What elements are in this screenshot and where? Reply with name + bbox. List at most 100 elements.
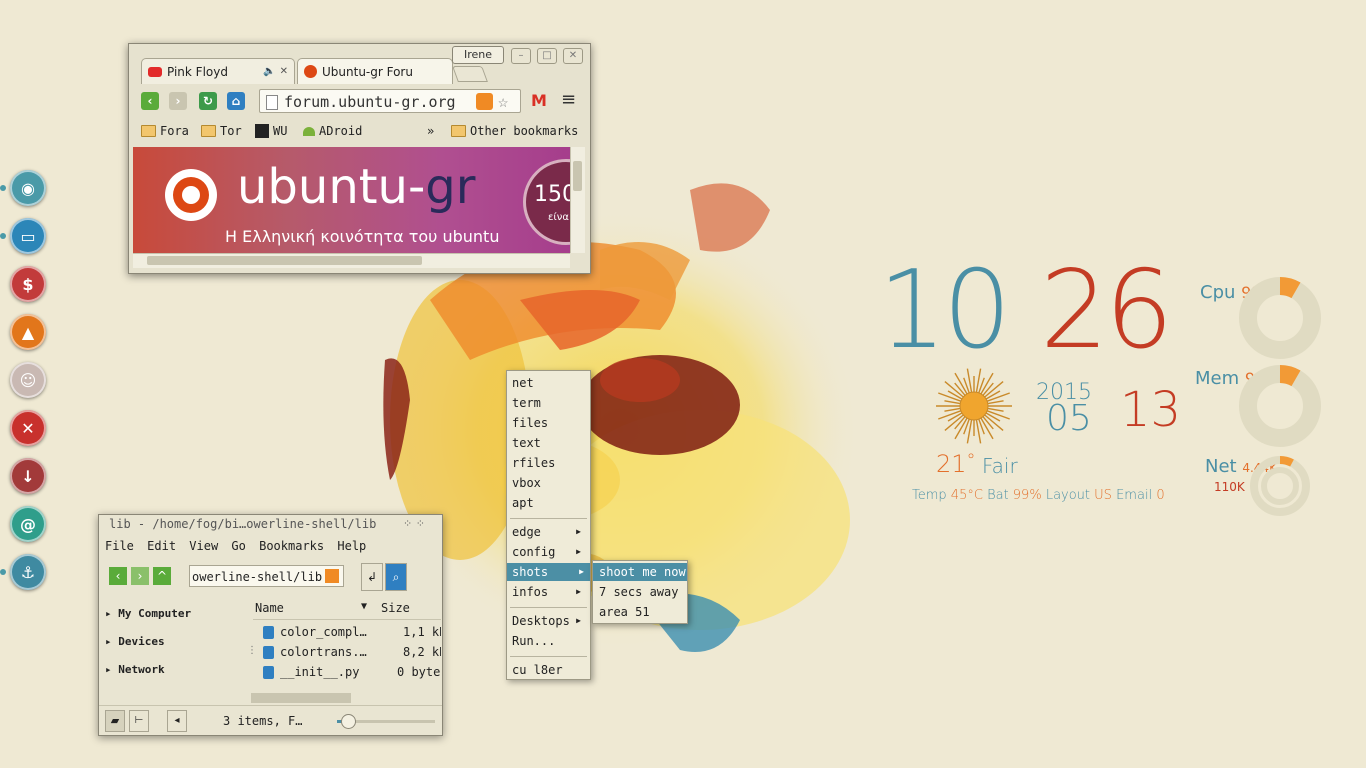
bookmark-fora[interactable]: Fora [141,124,189,138]
horizontal-scrollbar[interactable] [133,253,570,268]
weather-temperature: 21° [936,450,976,478]
tree-button[interactable]: ⊢ [129,710,149,732]
table-row[interactable]: colortrans.… [263,645,367,659]
bookmark-wu[interactable]: WU [255,124,287,138]
submenu-item-shoot-me-now[interactable]: shoot me now [593,563,687,581]
folder-edit-icon [325,569,339,583]
profile-badge[interactable]: Irene [452,46,504,64]
table-row[interactable]: color_compl… [263,625,367,639]
nav-buttons: ‹ › ^ [105,563,175,589]
forward-button[interactable]: › [131,567,149,585]
dock-item-vlc[interactable]: ▲ [10,314,46,350]
slider-handle[interactable] [340,714,356,729]
sidebar-item-devices[interactable]: ▸ Devices [105,635,165,648]
rss-icon[interactable] [476,93,493,110]
forward-button[interactable]: › [169,92,187,110]
bookmark-tor[interactable]: Tor [201,124,242,138]
gmail-icon[interactable]: M [531,91,547,110]
menu-item-infos[interactable]: infos ▶ [512,583,587,601]
menu-file[interactable]: File [105,539,134,553]
table-row[interactable]: __init__.py [263,665,359,679]
ubuntu-icon [304,65,317,78]
menu-item-cu-l8er[interactable]: cu l8er [512,661,587,679]
toggle-location-button[interactable]: ↲ [361,563,383,591]
menu-go[interactable]: Go [231,539,245,553]
clock-hour: 10 [878,248,1011,373]
ubuntu-logo [165,169,217,221]
tab-ubuntu-gr[interactable]: Ubuntu-gr Foru [297,58,453,84]
menu-icon[interactable]: ≡ [561,89,576,110]
audio-icon[interactable]: 🔈 [263,66,275,77]
menu-item-vbox[interactable]: vbox [512,474,587,492]
dock-item-finance[interactable]: $ [10,266,46,302]
menu-view[interactable]: View [189,539,218,553]
date-day: 13 [1120,382,1182,438]
horizontal-scrollbar[interactable] [251,693,351,703]
maximize-button[interactable]: □ [537,48,557,64]
menu-separator [510,607,587,608]
home-button[interactable]: ⌂ [227,92,245,110]
dock-item-chromium[interactable]: ◉ [10,170,46,206]
menu-item-config[interactable]: config ▶ [512,543,587,561]
window-close-button[interactable]: ✕ [563,48,583,64]
places-button[interactable]: ▰ [105,710,125,732]
back-button[interactable]: ‹ [109,567,127,585]
menu-item-edge[interactable]: edge ▶ [512,523,587,541]
menu-item-rfiles[interactable]: rfiles [512,454,587,472]
pane-splitter[interactable]: ⋮ [247,645,257,656]
menu-item-files[interactable]: files [512,414,587,432]
address-bar[interactable]: forum.ubuntu-gr.org ☆ [259,89,521,113]
net-ring [1250,456,1310,516]
new-tab-button[interactable] [452,66,488,82]
dock-item-anchor[interactable]: ⚓ [10,554,46,590]
python-file-icon [263,645,274,659]
submenu-item-area-51[interactable]: area 51 [593,603,687,621]
cpu-ring [1239,277,1321,359]
dock-item-downloader[interactable]: ↓ [10,458,46,494]
wu-icon [255,124,269,138]
menu-item-apt[interactable]: apt [512,494,587,512]
dock-item-mail[interactable]: @ [10,506,46,542]
tab-pink-floyd[interactable]: Pink Floyd 🔈 ✕ [141,58,295,84]
bookmarks-more[interactable]: » [427,124,434,138]
sidebar-item-my-computer[interactable]: ▸ My Computer [105,607,191,620]
menu-help[interactable]: Help [337,539,366,553]
member-counter: 150 είνα [523,159,574,245]
page-content: ubuntu-gr Η Ελληνική κοινότητα του ubunt… [133,147,574,253]
other-bookmarks[interactable]: Other bookmarks [451,124,578,138]
path-field[interactable]: owerline-shell/lib [189,565,344,587]
reload-button[interactable]: ↻ [199,92,217,110]
star-icon[interactable]: ☆ [498,90,508,114]
toggle-sidebar-button[interactable]: ◂ [167,710,187,732]
bookmark-adroid[interactable]: ADroid [303,124,362,138]
menu-bookmarks[interactable]: Bookmarks [259,539,324,553]
column-size[interactable]: Size [381,601,410,615]
dock-item-file-manager[interactable]: ▭ [10,218,46,254]
submenu-item-7-secs-away[interactable]: 7 secs away [593,583,687,601]
search-button[interactable]: ⌕ [385,563,407,591]
submenu-arrow-icon: ▶ [576,547,581,556]
close-icon[interactable]: ✕ [280,66,288,77]
menu-item-text[interactable]: text [512,434,587,452]
dock-item-cat-app[interactable]: ☺ [10,362,46,398]
zoom-slider[interactable] [337,714,435,729]
window-controls[interactable]: ⁘ ⁘ [403,517,425,530]
youtube-icon [148,66,162,77]
menu-item-desktops[interactable]: Desktops ▶ [512,612,587,630]
minimize-button[interactable]: – [511,48,531,64]
menu-item-net[interactable]: net [512,374,587,392]
clock-minute: 26 [1040,248,1173,373]
net-down-value: 110K [1214,480,1245,494]
menu-item-shots[interactable]: shots ▶ [507,563,590,581]
dock-item-close-app[interactable]: ✕ [10,410,46,446]
column-name[interactable]: Name ▼ [255,601,367,615]
menu-item-run[interactable]: Run... [512,632,587,650]
submenu-arrow-icon: ▶ [576,527,581,536]
back-button[interactable]: ‹ [141,92,159,110]
up-button[interactable]: ^ [153,567,171,585]
menu-edit[interactable]: Edit [147,539,176,553]
sidebar-item-network[interactable]: ▸ Network [105,663,165,676]
menu-separator [510,656,587,657]
vertical-scrollbar[interactable] [570,147,585,253]
menu-item-term[interactable]: term [512,394,587,412]
